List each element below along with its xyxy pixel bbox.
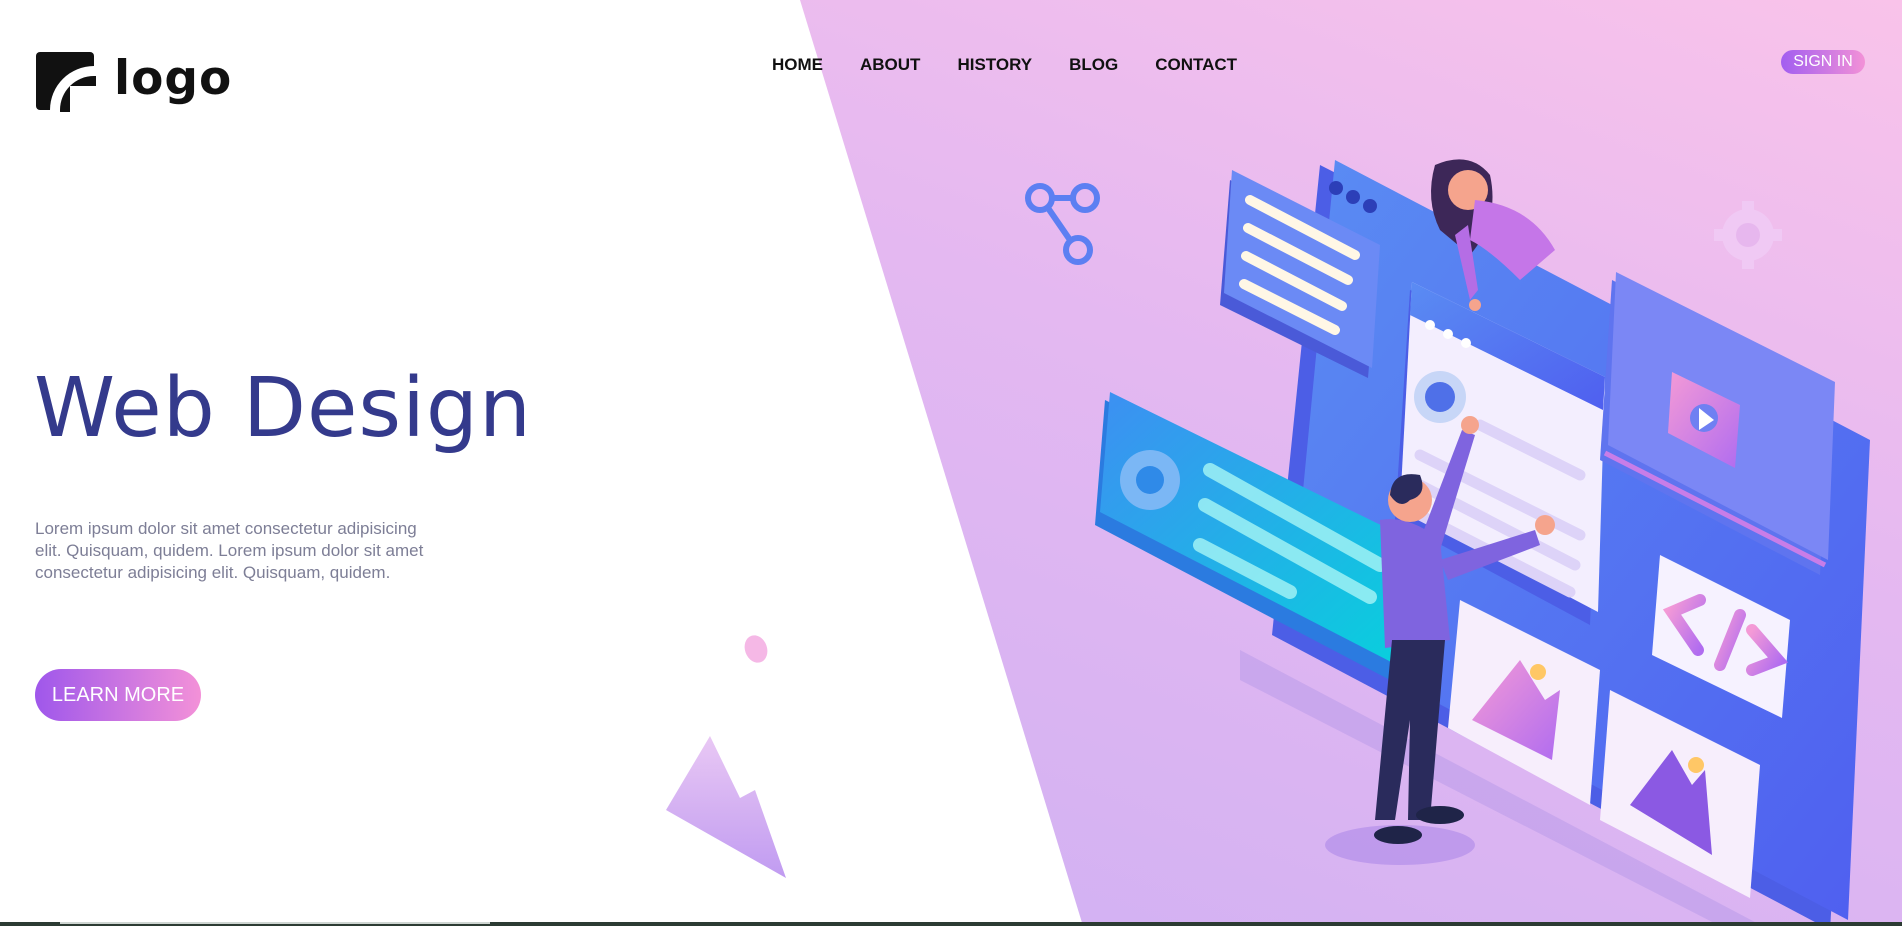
share-icon	[1025, 183, 1100, 265]
landing-page: logo HOME ABOUT HISTORY BLOG CONTACT SIG…	[0, 0, 1902, 926]
bottom-border-highlight	[60, 922, 490, 924]
mountain-icon	[666, 736, 786, 878]
gear-icon	[1120, 450, 1180, 510]
gear-icon	[1714, 201, 1782, 269]
web-design-illustration	[666, 159, 1870, 926]
pink-dot	[744, 635, 768, 663]
